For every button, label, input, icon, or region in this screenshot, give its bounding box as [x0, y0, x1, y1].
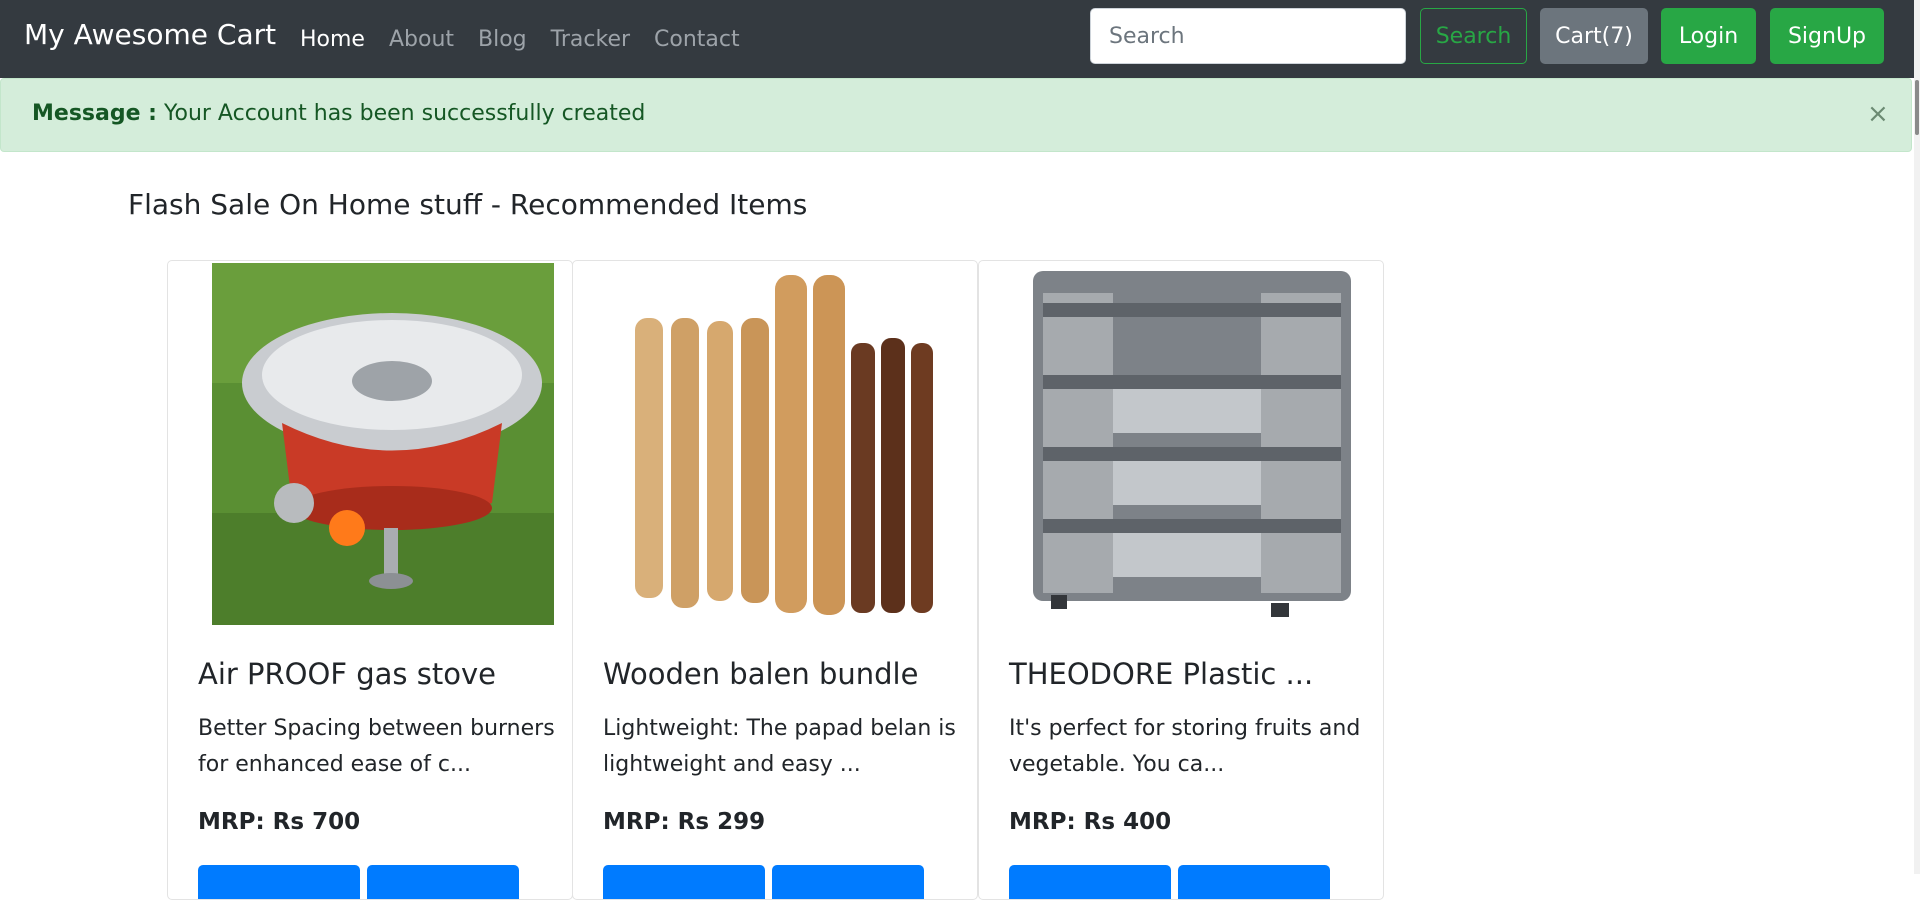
scrollbar-track[interactable]	[1914, 0, 1920, 874]
nav-link-contact[interactable]: Contact	[654, 27, 740, 52]
nav-link-blog[interactable]: Blog	[478, 27, 527, 52]
quick-view-button[interactable]	[772, 865, 924, 899]
product-card: THEODORE Plastic ... It's perfect for st…	[978, 260, 1384, 900]
alert-label: Message :	[32, 101, 157, 126]
nav-links: Home About Blog Tracker Contact	[300, 0, 764, 78]
nav-link-home[interactable]: Home	[300, 27, 365, 52]
product-description: Better Spacing between burners for enhan…	[198, 716, 555, 777]
search-button[interactable]: Search	[1420, 8, 1527, 64]
cart-button[interactable]: Cart(7)	[1540, 8, 1648, 64]
navbar: My Awesome Cart Home About Blog Tracker …	[0, 0, 1920, 78]
close-icon[interactable]: ×	[1867, 101, 1889, 127]
login-button[interactable]: Login	[1661, 8, 1756, 64]
rolling-pins-image	[605, 263, 947, 625]
quick-view-button[interactable]	[1178, 865, 1330, 899]
alert-text: Your Account has been successfully creat…	[156, 101, 646, 126]
product-price: MRP: Rs 400	[1009, 809, 1172, 835]
product-title[interactable]: Wooden balen bundle	[603, 657, 918, 691]
signup-button[interactable]: SignUp	[1770, 8, 1884, 64]
gas-stove-image	[212, 263, 554, 625]
search-input[interactable]	[1090, 8, 1406, 64]
product-description: It's perfect for storing fruits and vege…	[1009, 716, 1361, 777]
product-title[interactable]: THEODORE Plastic ...	[1009, 657, 1313, 691]
plastic-rack-image	[1021, 263, 1363, 625]
alert-message: Message : Your Account has been successf…	[32, 101, 645, 126]
product-price: MRP: Rs 299	[603, 809, 766, 835]
product-card: Wooden balen bundle Lightweight: The pap…	[572, 260, 978, 900]
nav-link-about[interactable]: About	[389, 27, 454, 52]
product-title[interactable]: Air PROOF gas stove	[198, 657, 496, 691]
product-description: Lightweight: The papad belan is lightwei…	[603, 716, 956, 777]
nav-link-tracker[interactable]: Tracker	[551, 27, 630, 52]
add-to-cart-button[interactable]	[603, 865, 765, 899]
add-to-cart-button[interactable]	[1009, 865, 1171, 899]
add-to-cart-button[interactable]	[198, 865, 360, 899]
scrollbar-thumb[interactable]	[1915, 80, 1919, 135]
product-price: MRP: Rs 700	[198, 809, 361, 835]
quick-view-button[interactable]	[367, 865, 519, 899]
brand-logo[interactable]: My Awesome Cart	[24, 18, 276, 51]
product-card: Air PROOF gas stove Better Spacing betwe…	[167, 260, 573, 900]
section-title: Flash Sale On Home stuff - Recommended I…	[128, 188, 808, 221]
success-alert: Message : Your Account has been successf…	[0, 78, 1912, 152]
